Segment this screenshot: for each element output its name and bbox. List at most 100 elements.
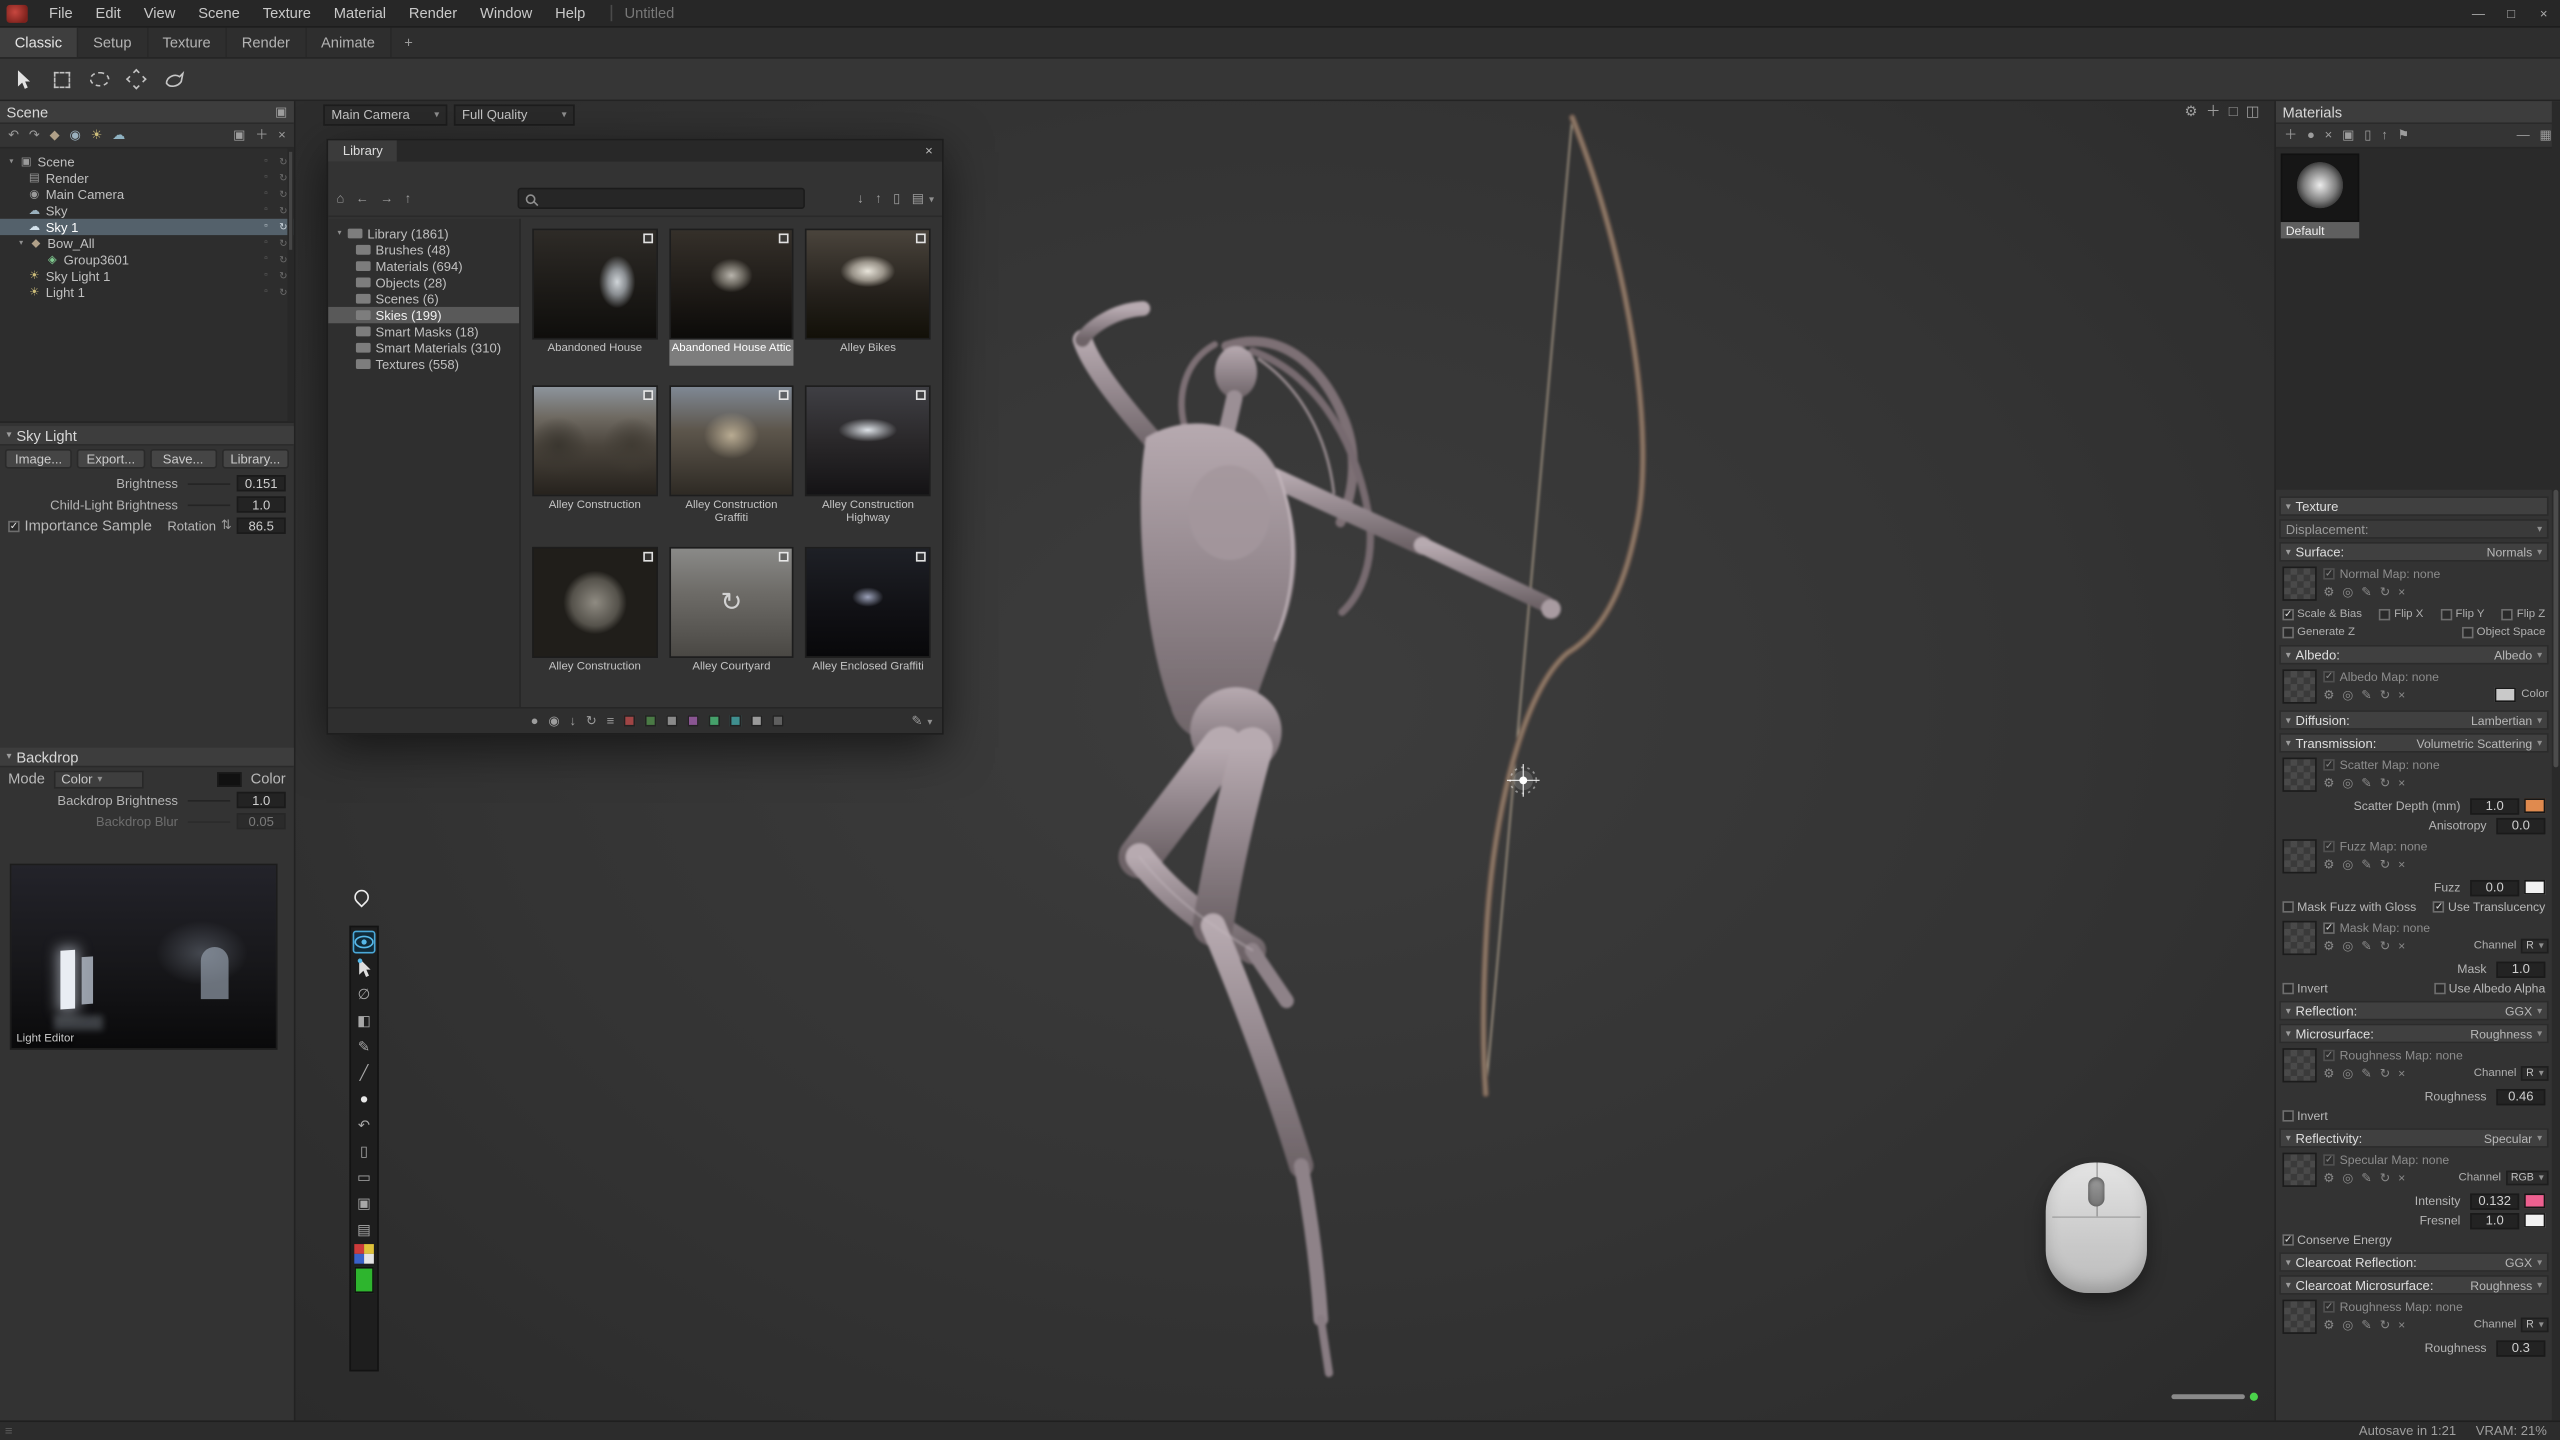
section-surface[interactable]: ▾Surface:Normals <box>2279 542 2548 562</box>
map-settings-icon[interactable]: ⚙ <box>2323 776 2334 791</box>
ignore-backfaces-icon[interactable]: ∅ <box>353 983 376 1006</box>
importance-sample-checkbox[interactable] <box>8 520 19 531</box>
library-item-loading[interactable]: ↻ Alley Courtyard <box>669 547 794 684</box>
visibility-eye-icon[interactable] <box>353 931 376 954</box>
active-color-swatch[interactable] <box>354 1267 374 1293</box>
sphere-preview-icon[interactable]: ● <box>531 714 539 727</box>
refresh-icon[interactable]: ↻ <box>586 714 597 727</box>
map-reload-icon[interactable]: ↻ <box>2380 584 2390 599</box>
viewport-settings-icon[interactable]: ⚙ <box>2184 104 2197 119</box>
expander-icon[interactable]: ▾ <box>5 157 18 167</box>
tree-item-render[interactable]: ▤ Render ▫↻ <box>0 170 294 186</box>
mask-map-checkbox[interactable] <box>2323 922 2334 933</box>
map-picker-icon[interactable]: ◎ <box>2342 687 2353 702</box>
map-reload-icon[interactable]: ↻ <box>2380 857 2390 872</box>
sky-light-header[interactable]: ▾ Sky Light <box>0 426 294 446</box>
trash-icon[interactable]: ▯ <box>893 192 900 205</box>
microsurface-model-select[interactable]: Roughness <box>2470 1026 2542 1041</box>
sync-icon[interactable]: ↻ <box>279 238 287 249</box>
up-icon[interactable]: ↑ <box>405 192 412 205</box>
albedo-map-slot[interactable] <box>2282 669 2316 703</box>
collapse-icon[interactable]: ▾ <box>7 751 12 762</box>
fresnel-input[interactable]: 1.0 <box>2470 1212 2519 1228</box>
brush-dot-icon[interactable]: ● <box>353 1087 376 1110</box>
menu-window[interactable]: Window <box>469 2 544 25</box>
close-icon[interactable]: × <box>2527 0 2560 27</box>
backdrop-color-swatch[interactable] <box>218 771 242 786</box>
add-group-icon[interactable]: ＋ <box>255 129 268 142</box>
map-paint-icon[interactable]: ✎ <box>2361 584 2371 599</box>
clearcoat-reflection-model-select[interactable]: GGX <box>2505 1255 2542 1270</box>
map-paint-icon[interactable]: ✎ <box>2361 1171 2371 1186</box>
backdrop-brightness-input[interactable]: 1.0 <box>237 792 286 808</box>
roughness-input[interactable]: 0.46 <box>2496 1088 2545 1104</box>
maximize-icon[interactable]: □ <box>2495 0 2528 27</box>
map-settings-icon[interactable]: ⚙ <box>2323 687 2334 702</box>
lock-icon[interactable]: ▫ <box>264 172 267 183</box>
viewport-3d[interactable]: Main Camera Full Quality ⚙ ＋ □ ◫ ∅ ◧ ✎ ╱… <box>296 101 2275 1420</box>
scene-tree-scrollbar[interactable] <box>287 149 294 422</box>
map-settings-icon[interactable]: ⚙ <box>2323 857 2334 872</box>
specular-map-checkbox[interactable] <box>2323 1154 2334 1165</box>
library-tab[interactable]: Library <box>328 140 397 161</box>
section-microsurface[interactable]: ▾Microsurface:Roughness <box>2279 1024 2548 1044</box>
map-paint-icon[interactable]: ✎ <box>2361 687 2371 702</box>
map-paint-icon[interactable]: ✎ <box>2361 857 2371 872</box>
save-button[interactable]: Save... <box>149 449 216 469</box>
sync-icon[interactable]: ↻ <box>279 221 287 232</box>
map-paint-icon[interactable]: ✎ <box>2361 776 2371 791</box>
brightness-slider[interactable] <box>188 482 230 484</box>
map-clear-icon[interactable]: × <box>2398 584 2405 599</box>
avatar-preview-icon[interactable]: ◉ <box>548 714 559 727</box>
stencil-tool-icon[interactable]: ▣ <box>353 1192 376 1215</box>
add-material-icon[interactable]: ＋ <box>2284 129 2297 142</box>
library-item[interactable]: Alley Bikes <box>805 229 930 366</box>
import-icon[interactable]: ↓ <box>857 192 864 205</box>
expander-icon[interactable]: ▾ <box>15 238 28 248</box>
child-brightness-slider[interactable] <box>188 504 230 506</box>
tree-item-sky[interactable]: ☁ Sky ▫↻ <box>0 202 294 218</box>
library-item[interactable]: Alley Construction Graffiti <box>669 385 794 527</box>
clipboard-tool-icon[interactable]: ▤ <box>353 1218 376 1241</box>
flip-z-checkbox[interactable] <box>2502 609 2513 620</box>
backdrop-mode-select[interactable]: Color <box>53 770 143 788</box>
mask-input[interactable]: 1.0 <box>2496 961 2545 977</box>
lock-icon[interactable]: ▫ <box>264 238 267 249</box>
library-close-icon[interactable]: × <box>916 140 942 161</box>
folder-materials[interactable]: Materials (694) <box>328 258 519 274</box>
scatter-map-checkbox[interactable] <box>2323 759 2334 770</box>
map-clear-icon[interactable]: × <box>2398 1171 2405 1186</box>
roughness-channel-select[interactable]: R <box>2521 1066 2548 1081</box>
roughness-map-slot[interactable] <box>2282 1048 2316 1082</box>
add-camera-icon[interactable]: ◉ <box>69 129 80 142</box>
map-reload-icon[interactable]: ↻ <box>2380 1171 2390 1186</box>
folder-skies[interactable]: Skies (199) <box>328 307 519 323</box>
brush-options-icon[interactable]: ✎ <box>911 714 932 727</box>
tab-texture[interactable]: Texture <box>148 28 227 57</box>
lock-icon[interactable]: ▫ <box>264 221 267 232</box>
section-reflection[interactable]: ▾Reflection:GGX <box>2279 1001 2548 1021</box>
resize-grip[interactable]: ≡ <box>5 1424 13 1439</box>
roughness-invert-checkbox[interactable] <box>2282 1110 2293 1121</box>
lock-icon[interactable]: ▫ <box>264 287 267 298</box>
cursor-tool-icon[interactable] <box>353 957 376 980</box>
tree-item-main-camera[interactable]: ◉ Main Camera ▫↻ <box>0 186 294 202</box>
mask-channel-select[interactable]: R <box>2521 939 2548 954</box>
map-settings-icon[interactable]: ⚙ <box>2323 1066 2334 1081</box>
lasso-select-icon[interactable] <box>85 65 113 93</box>
tab-setup[interactable]: Setup <box>78 28 147 57</box>
palette-swatch[interactable] <box>773 715 784 726</box>
map-clear-icon[interactable]: × <box>2398 687 2405 702</box>
tree-item-sky-light-1[interactable]: ☀ Sky Light 1 ▫↻ <box>0 268 294 284</box>
reflection-model-select[interactable]: GGX <box>2505 1003 2542 1018</box>
menu-help[interactable]: Help <box>544 2 597 25</box>
folder-scenes[interactable]: Scenes (6) <box>328 291 519 307</box>
generate-z-checkbox[interactable] <box>2282 627 2293 638</box>
clearcoat-roughness-map-slot[interactable] <box>2282 1300 2316 1334</box>
specular-channel-select[interactable]: RGB <box>2506 1171 2549 1186</box>
sort-icon[interactable]: — <box>2517 129 2530 142</box>
scale-bias-checkbox[interactable] <box>2282 609 2293 620</box>
fuzz-map-slot[interactable] <box>2282 839 2316 873</box>
add-tab-button[interactable]: + <box>391 28 426 57</box>
trash-icon[interactable]: ▯ <box>2364 129 2371 142</box>
